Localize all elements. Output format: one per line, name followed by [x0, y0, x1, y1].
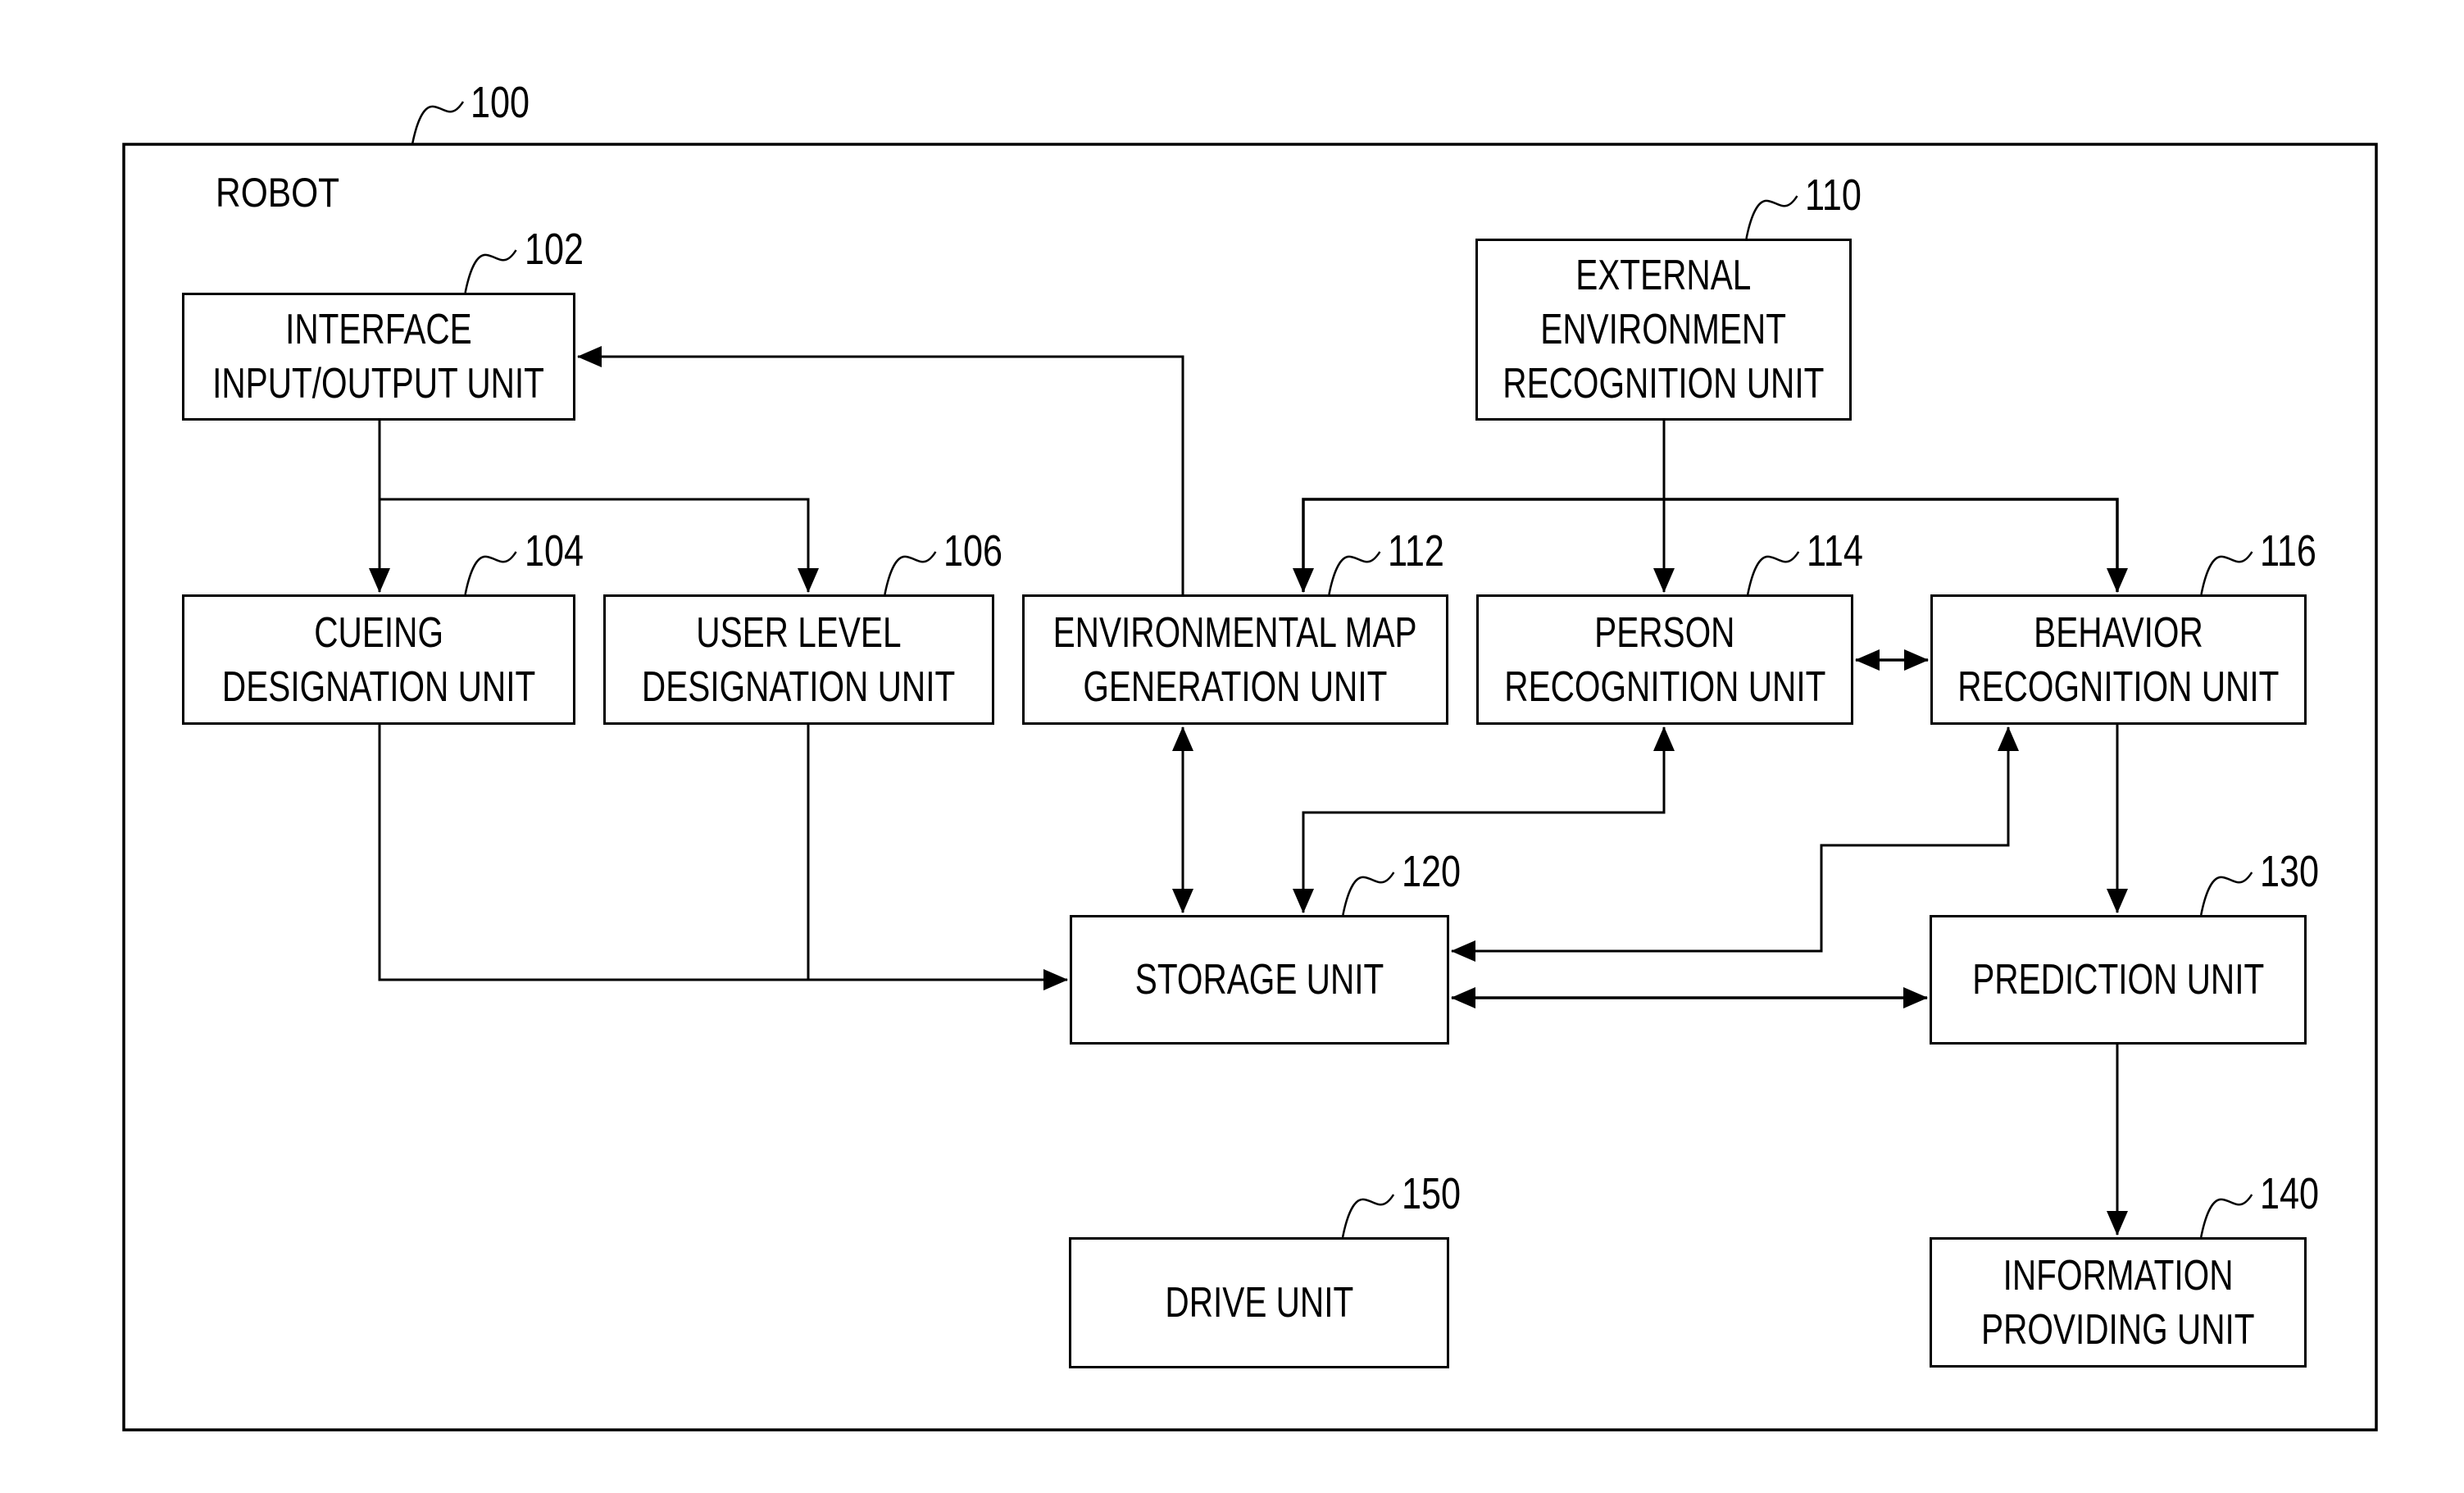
arrowhead-into-envmap: [1293, 568, 1314, 593]
unit-label-line: PROVIDING UNIT: [1981, 1305, 2255, 1354]
unit-box-prediction: PREDICTION UNIT: [1930, 915, 2307, 1045]
arrowhead-into-storage-right-b: [1451, 987, 1475, 1008]
unit-label-line: RECOGNITION UNIT: [1502, 360, 1825, 407]
arrowhead-into-storage-right-a: [1451, 940, 1475, 962]
ref-leader-squiggle: [1341, 1194, 1395, 1238]
connector-envmap-to-interface: [578, 355, 1184, 594]
unit-label-line: DRIVE UNIT: [1165, 1279, 1353, 1327]
ref-leader-squiggle: [464, 249, 517, 294]
unit-label-line: INTERFACE: [285, 306, 472, 353]
ref-numeral-130: 130: [2260, 847, 2320, 896]
ref-numeral-140: 140: [2260, 1169, 2320, 1218]
unit-box-behavior: BEHAVIOR RECOGNITION UNIT: [1930, 594, 2307, 725]
arrowhead-into-user-level: [798, 568, 819, 593]
unit-label-line: DESIGNATION UNIT: [221, 662, 536, 711]
ref-numeral-106: 106: [943, 526, 1003, 576]
ref-numeral-120: 120: [1402, 847, 1462, 896]
unit-label-line: RECOGNITION UNIT: [1957, 662, 2280, 711]
ref-leader-squiggle: [1746, 551, 1800, 595]
arrowhead-into-info: [2107, 1211, 2128, 1236]
arrowhead-into-prediction-left: [1903, 987, 1928, 1008]
unit-label-line: USER LEVEL: [696, 608, 902, 657]
unit-box-env-map: ENVIRONMENTAL MAP GENERATION UNIT: [1022, 594, 1448, 725]
arrowhead-into-interface: [577, 346, 602, 367]
arrowhead-into-person-bottom: [1653, 726, 1675, 751]
connector-storage-person: [1302, 727, 1666, 913]
arrowhead-into-person: [1855, 649, 1880, 671]
unit-label-line: GENERATION UNIT: [1083, 662, 1388, 711]
block-diagram: INTERFACE INPUT/OUTPUT UNIT 102 CUEING DESIG…: [0, 0, 2464, 1493]
arrowhead-into-person-top: [1653, 568, 1675, 593]
arrowhead-into-prediction-top: [2107, 889, 2128, 913]
arrowhead-into-behavior-top: [2107, 568, 2128, 593]
ref-leader-squiggle: [1745, 195, 1798, 239]
unit-box-info-providing: INFORMATION PROVIDING UNIT: [1930, 1237, 2307, 1368]
unit-label-line: ENVIRONMENT: [1540, 306, 1787, 353]
unit-label-line: EXTERNAL: [1575, 252, 1752, 299]
arrowhead-into-storage-top-b: [1293, 889, 1314, 913]
unit-box-cueing: CUEING DESIGNATION UNIT: [182, 594, 575, 725]
ref-leader-squiggle: [884, 551, 937, 595]
ref-leader-squiggle: [411, 101, 465, 145]
connector-interface-to-user-level: [380, 498, 810, 592]
unit-box-drive: DRIVE UNIT: [1069, 1237, 1449, 1368]
ref-leader-squiggle: [464, 551, 517, 595]
arrowhead-into-storage-left: [1043, 969, 1068, 990]
unit-label-line: CUEING: [314, 608, 443, 657]
unit-box-person: PERSON RECOGNITION UNIT: [1476, 594, 1853, 725]
arrowhead-into-behavior-bottom: [1998, 726, 2019, 751]
unit-label-line: INPUT/OUTPUT UNIT: [212, 360, 545, 407]
unit-label-line: BEHAVIOR: [2034, 608, 2203, 657]
connector-cueing-to-storage: [378, 725, 1067, 981]
ref-numeral-112: 112: [1388, 526, 1445, 576]
unit-label-line: DESIGNATION UNIT: [642, 662, 956, 711]
ref-numeral-110: 110: [1805, 171, 1862, 220]
ref-leader-squiggle: [1342, 872, 1395, 916]
unit-label-line: ENVIRONMENTAL MAP: [1053, 608, 1417, 657]
unit-label-line: INFORMATION: [2003, 1251, 2234, 1300]
arrowhead-into-storage-top-a: [1172, 889, 1193, 913]
unit-label-line: PERSON: [1594, 608, 1735, 657]
ref-numeral-116: 116: [2260, 526, 2317, 576]
ref-leader-squiggle: [2199, 1194, 2253, 1238]
arrowhead-into-cueing: [369, 568, 390, 593]
unit-box-interface-io: INTERFACE INPUT/OUTPUT UNIT: [182, 293, 575, 421]
unit-box-storage: STORAGE UNIT: [1070, 915, 1449, 1045]
unit-label-line: PREDICTION UNIT: [1971, 956, 2265, 1004]
arrowhead-into-behavior: [1904, 649, 1929, 671]
system-label: ROBOT: [216, 170, 340, 216]
unit-label-line: RECOGNITION UNIT: [1503, 662, 1826, 711]
system-ref-numeral: 100: [471, 78, 530, 127]
ref-leader-squiggle: [2199, 872, 2253, 916]
connector-behavior-storage: [1452, 727, 2010, 953]
unit-box-user-level: USER LEVEL DESIGNATION UNIT: [603, 594, 994, 725]
ref-numeral-102: 102: [524, 225, 584, 274]
ref-leader-squiggle: [1328, 551, 1381, 595]
ref-numeral-150: 150: [1402, 1169, 1462, 1218]
ref-leader-squiggle: [2200, 551, 2253, 595]
unit-box-external-env: EXTERNAL ENVIRONMENT RECOGNITION UNIT: [1475, 239, 1852, 421]
unit-label-line: STORAGE UNIT: [1134, 956, 1384, 1004]
arrowhead-into-envmap-bottom: [1172, 726, 1193, 751]
ref-numeral-104: 104: [524, 526, 584, 576]
ref-numeral-114: 114: [1807, 526, 1864, 576]
